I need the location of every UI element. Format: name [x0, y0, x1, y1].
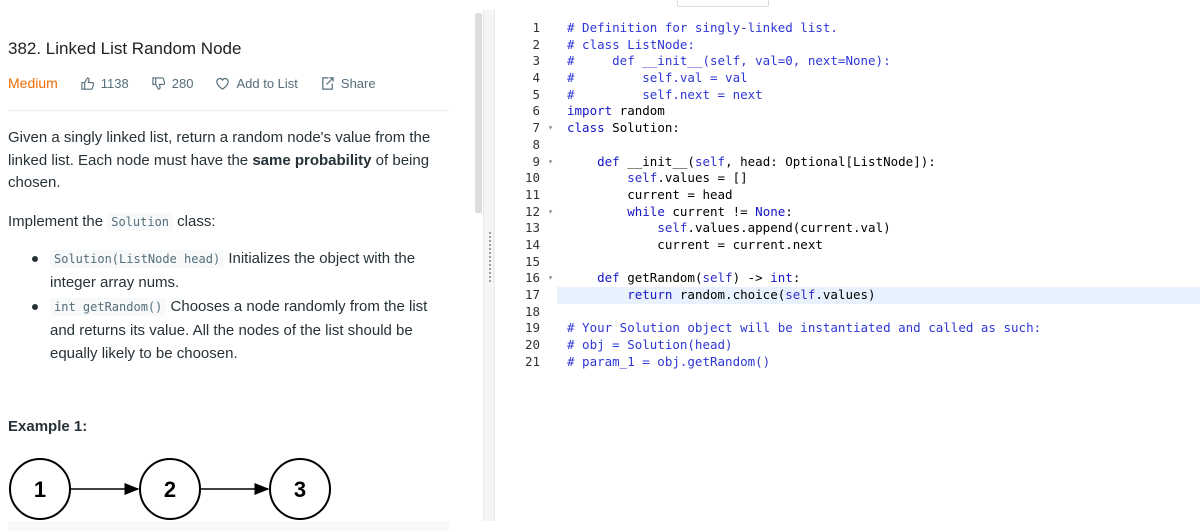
share-label: Share — [340, 75, 376, 91]
code-line[interactable]: ​ — [567, 304, 1200, 321]
line-number: 19 — [524, 320, 540, 336]
thumbs-down-icon — [152, 76, 165, 90]
code-line[interactable]: # Definition for singly-linked list. — [567, 20, 1200, 37]
line-number: 13 — [524, 220, 540, 236]
code-area[interactable]: # Definition for singly-linked list. # cl… — [557, 20, 1200, 371]
code-line[interactable]: # class ListNode: — [567, 37, 1200, 54]
panel-resizer[interactable] — [483, 10, 495, 521]
divider — [8, 110, 449, 111]
code-line[interactable]: current = head — [567, 187, 1200, 204]
dislike-count: 280 — [171, 75, 194, 91]
line-number: 8 — [532, 136, 540, 152]
code-line[interactable]: def getRandom(self) -> int: — [567, 270, 1200, 287]
code-line[interactable]: class Solution: — [567, 120, 1200, 137]
thumbs-up-icon — [81, 76, 94, 90]
drag-handle-icon[interactable] — [489, 232, 492, 282]
scrollbar-thumb[interactable] — [475, 13, 482, 213]
impl-text-end: class: — [173, 213, 216, 230]
list-item: int getRandom() Chooses a node randomly … — [32, 295, 456, 365]
impl-class-code: Solution — [107, 213, 174, 231]
method-signature: int getRandom() — [50, 298, 167, 316]
code-line[interactable]: ​ — [567, 137, 1200, 154]
line-number: 20 — [524, 337, 540, 353]
line-number: 9 ▾ — [532, 153, 553, 171]
editor-tab[interactable] — [677, 0, 769, 7]
fold-arrow-icon[interactable]: ▾ — [548, 154, 553, 171]
share-button[interactable]: Share — [320, 76, 376, 91]
code-line[interactable]: self.values = [] — [567, 170, 1200, 187]
line-number: 14 — [524, 236, 540, 252]
line-number: 1 — [532, 20, 540, 35]
share-icon — [322, 76, 334, 90]
add-to-list-label: Add to List — [236, 75, 298, 91]
add-to-list-button[interactable]: Add to List — [215, 75, 298, 91]
linked-list-diagram: 1 2 3 — [9, 458, 331, 520]
code-line[interactable]: # obj = Solution(head) — [567, 337, 1200, 354]
code-line[interactable]: self.values.append(current.val) — [567, 220, 1200, 237]
line-number: 16 ▾ — [524, 270, 553, 287]
line-number: 15 — [524, 253, 540, 269]
description-panel: 382. Linked List Random Node Medium 1138… — [0, 10, 474, 531]
line-number: 11 — [524, 186, 540, 202]
description-emphasis: same probability — [252, 151, 372, 169]
list-node-value: 3 — [294, 477, 306, 502]
implement-instruction: Implement the Solution class: — [8, 211, 216, 233]
code-line[interactable]: ​ — [567, 254, 1200, 271]
line-number: 4 — [532, 70, 540, 86]
line-number: 21 — [524, 353, 540, 369]
like-count: 1138 — [100, 75, 129, 91]
list-item: Solution(ListNode head) Initializes the … — [32, 247, 456, 294]
method-list: Solution(ListNode head) Initializes the … — [32, 247, 456, 366]
line-number-gutter: 1 2 3 4 5 6 7 ▾ 8 9 ▾ 10 11 12 ▾ 13 14 15 16 ▾ 17 18 19 20 21 — [495, 20, 557, 370]
line-number: 12 ▾ — [524, 203, 553, 221]
code-line[interactable]: # param_1 = obj.getRandom() — [567, 354, 1200, 371]
problem-meta-bar: Medium 1138 280 Add to List Share — [8, 73, 398, 93]
dislike-button[interactable]: 280 — [151, 75, 194, 91]
code-line[interactable]: while current != None: — [567, 204, 1200, 221]
like-button[interactable]: 1138 — [80, 76, 129, 91]
problem-title: 382. Linked List Random Node — [8, 39, 242, 58]
example-heading: Example 1: — [8, 418, 88, 435]
code-line[interactable]: # self.val = val — [567, 70, 1200, 87]
code-line[interactable]: # def __init__(self, val=0, next=None): — [567, 53, 1200, 70]
line-number: 10 — [524, 170, 540, 186]
code-line[interactable]: # self.next = next — [567, 87, 1200, 104]
line-number: 2 — [532, 36, 540, 52]
line-number: 7 ▾ — [532, 120, 553, 137]
line-number: 18 — [524, 303, 540, 319]
code-line[interactable]: return random.choice(self.values) — [557, 287, 1200, 304]
code-editor[interactable]: 1 2 3 4 5 6 7 ▾ 8 9 ▾ 10 11 12 ▾ 13 14 15 16 ▾ 17 18 19 20 21 # … — [495, 10, 1200, 521]
line-number: 5 — [532, 86, 540, 102]
code-line[interactable]: current = current.next — [567, 237, 1200, 254]
fold-arrow-icon[interactable]: ▾ — [548, 120, 553, 137]
code-line[interactable]: def __init__(self, head: Optional[ListNo… — [567, 154, 1200, 171]
method-signature: Solution(ListNode head) — [50, 250, 225, 268]
list-node-value: 2 — [164, 477, 176, 502]
difficulty-badge: Medium — [8, 75, 58, 91]
code-line[interactable]: import random — [567, 103, 1200, 120]
impl-text: Implement the — [8, 213, 108, 230]
problem-description: Given a singly linked list, return a ran… — [8, 127, 448, 195]
fold-arrow-icon[interactable]: ▾ — [548, 270, 553, 287]
example-box — [8, 521, 449, 531]
fold-arrow-icon[interactable]: ▾ — [548, 204, 553, 221]
heart-icon — [216, 77, 230, 90]
list-node-value: 1 — [34, 477, 46, 502]
line-number: 6 — [532, 103, 540, 119]
code-line[interactable]: # Your Solution object will be instantia… — [567, 320, 1200, 337]
line-number: 17 — [524, 287, 540, 302]
line-number: 3 — [532, 53, 540, 69]
